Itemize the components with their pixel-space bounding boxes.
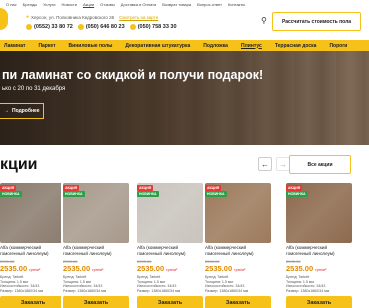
topnav-link-sales[interactable]: Акции: [83, 2, 94, 7]
phone-icon: [26, 24, 32, 30]
sale-price-value: 2535.00: [286, 264, 314, 273]
price-unit: грн/м²: [166, 267, 178, 272]
product-name[interactable]: Alfa (коммерческий гомогенный линолеум): [137, 245, 203, 256]
map-link[interactable]: Смотреть на карте: [119, 15, 158, 20]
new-badge: НОВИНКА: [137, 191, 159, 197]
phone-2-number: (050) 646 80 23: [85, 24, 125, 30]
carousel-prev-button[interactable]: ←: [258, 157, 272, 171]
order-button[interactable]: Заказать: [137, 296, 203, 308]
product-specs: Бренд: Tarkett Толщина: 1.5 мм Износосто…: [137, 275, 180, 293]
topnav-link-brands[interactable]: Бренды: [23, 2, 38, 7]
address-text: Херсон, ул. Полковника Кедровского 26: [31, 14, 115, 20]
arrow-right-icon: →: [4, 108, 9, 114]
new-badge: НОВИНКА: [63, 191, 85, 197]
all-sales-button[interactable]: Все акции: [289, 155, 351, 174]
price-unit: грн/м²: [315, 267, 327, 272]
topnav-link-faq[interactable]: Вопрос-ответ: [197, 2, 222, 7]
store-address: ● Херсон, ул. Полковника Кедровского 26 …: [26, 14, 158, 20]
spec-size: Размер: 1380x1860/34 мм: [0, 288, 44, 293]
sale-price: 2535.00 грн/м²: [63, 264, 103, 273]
order-button[interactable]: Заказать: [286, 296, 352, 308]
spec-wear-class: Износостойкость: 34/43: [137, 284, 177, 288]
order-button[interactable]: Заказать: [0, 296, 66, 308]
product-card[interactable]: АКЦИЯ НОВИНКА Alfa (коммерческий гомоген…: [284, 183, 354, 308]
search-icon[interactable]: ⚲: [261, 16, 267, 25]
spec-size: Размер: 1380x1860/34 мм: [286, 288, 330, 293]
price-unit: грн/м²: [92, 267, 104, 272]
phone-3-number: (050) 758 33 30: [137, 24, 177, 30]
spec-wear-class: Износостойкость: 34/43: [286, 284, 326, 288]
price-unit: грн/м²: [234, 267, 246, 272]
price-unit: грн/м²: [29, 267, 41, 272]
sale-price: 2535.00 грн/м²: [137, 264, 177, 273]
product-name[interactable]: Alfa (коммерческий гомогенный линолеум): [0, 245, 66, 256]
sale-price-value: 2535.00: [0, 264, 28, 273]
product-specs: Бренд: Tarkett Толщина: 1.5 мм Износосто…: [286, 275, 329, 293]
order-button[interactable]: Заказать: [63, 296, 129, 308]
sale-price-value: 2535.00: [137, 264, 165, 273]
spec-wear-class: Износостойкость: 34/43: [205, 284, 245, 288]
order-button[interactable]: Заказать: [205, 296, 271, 308]
promo-banner: пи ламинат со скидкой и получи подарок! …: [0, 51, 369, 145]
category-navigation: Ламинат Паркет Виниловые полы Декоративн…: [0, 40, 369, 51]
new-badge: НОВИНКА: [205, 191, 227, 197]
product-specs: Бренд: Tarkett Толщина: 1.5 мм Износосто…: [205, 275, 248, 293]
product-name[interactable]: Alfa (коммерческий гомогенный линолеум): [286, 245, 352, 256]
sale-price: 2535.00 грн/м²: [205, 264, 245, 273]
banner-title: пи ламинат со скидкой и получи подарок!: [2, 68, 264, 82]
topnav-link-returns[interactable]: Возврат товара: [162, 2, 191, 7]
category-laminate[interactable]: Ламинат: [4, 43, 25, 49]
phone-1[interactable]: (0552) 33 80 72: [26, 24, 73, 30]
location-pin-icon: ●: [26, 14, 30, 20]
category-parquet[interactable]: Паркет: [38, 43, 55, 49]
sale-price-value: 2535.00: [63, 264, 91, 273]
topnav-link-about[interactable]: О нас: [6, 2, 17, 7]
topnav-link-reviews[interactable]: Отзывы: [100, 2, 115, 7]
sale-price-value: 2535.00: [205, 264, 233, 273]
header-icons: ⚲: [261, 16, 267, 25]
product-card[interactable]: АКЦИЯ НОВИНКА Alfa (коммерческий гомоген…: [203, 183, 273, 308]
spec-wear-class: Износостойкость: 34/43: [63, 284, 103, 288]
product-card[interactable]: АКЦИЯ НОВИНКА Alfa (коммерческий гомоген…: [0, 183, 68, 308]
phone-2[interactable]: (050) 646 80 23: [77, 24, 125, 30]
product-specs: Бренд: Tarkett Толщина: 1.5 мм Износосто…: [0, 275, 43, 293]
spec-wear-class: Износостойкость: 34/43: [0, 284, 40, 288]
product-specs: Бренд: Tarkett Толщина: 1.5 мм Износосто…: [63, 275, 106, 293]
category-underlay[interactable]: Подложка: [203, 43, 228, 49]
sale-price: 2535.00 грн/м²: [286, 264, 326, 273]
topnav-link-delivery[interactable]: Доставка и Оплата: [121, 2, 156, 7]
top-navigation: О нас Бренды Услуги Новости Акции Отзывы…: [0, 0, 369, 9]
banner-details-button[interactable]: → Подробнее: [0, 103, 44, 119]
spec-size: Размер: 1380x1860/34 мм: [137, 288, 181, 293]
category-decking[interactable]: Террасная доска: [275, 43, 317, 49]
product-carousel: АКЦИЯ НОВИНКА Alfa (коммерческий гомоген…: [0, 183, 369, 308]
topnav-link-contacts[interactable]: Контакты: [228, 2, 245, 7]
category-vinyl[interactable]: Виниловые полы: [69, 43, 113, 49]
new-badge: НОВИНКА: [0, 191, 22, 197]
spec-size: Размер: 1380x1860/34 мм: [63, 288, 107, 293]
phone-icon: [129, 24, 136, 30]
product-card[interactable]: АКЦИЯ НОВИНКА Alfa (коммерческий гомоген…: [135, 183, 205, 308]
banner-subtitle: ько с 20 по 31 декабря: [2, 86, 66, 92]
new-badge: НОВИНКА: [286, 191, 308, 197]
phone-3[interactable]: (050) 758 33 30: [129, 24, 177, 30]
product-name[interactable]: Alfa (коммерческий гомогенный линолеум): [205, 245, 271, 256]
category-plaster[interactable]: Декоративная штукатурка: [125, 43, 190, 49]
phone-icon: [77, 24, 84, 30]
category-thresholds[interactable]: Пороги: [329, 43, 347, 49]
phone-1-number: (0552) 33 80 72: [34, 24, 73, 30]
product-name[interactable]: Alfa (коммерческий гомогенный линолеум): [63, 245, 129, 256]
logo[interactable]: [0, 8, 8, 30]
topnav-link-news[interactable]: Новости: [61, 2, 76, 7]
sales-section-title: кции: [0, 156, 38, 173]
product-card[interactable]: АКЦИЯ НОВИНКА Alfa (коммерческий гомоген…: [61, 183, 131, 308]
category-skirting[interactable]: Плинтус: [241, 43, 262, 49]
phone-list: (0552) 33 80 72 (050) 646 80 23 (050) 75…: [26, 24, 177, 30]
carousel-next-button[interactable]: →: [276, 157, 290, 171]
spec-size: Размер: 1380x1860/34 мм: [205, 288, 249, 293]
calculate-floor-cost-button[interactable]: Рассчитать стоимость пола: [272, 12, 361, 31]
topnav-link-services[interactable]: Услуги: [43, 2, 55, 7]
sale-price: 2535.00 грн/м²: [0, 264, 40, 273]
banner-details-label: Подробнее: [12, 108, 40, 114]
